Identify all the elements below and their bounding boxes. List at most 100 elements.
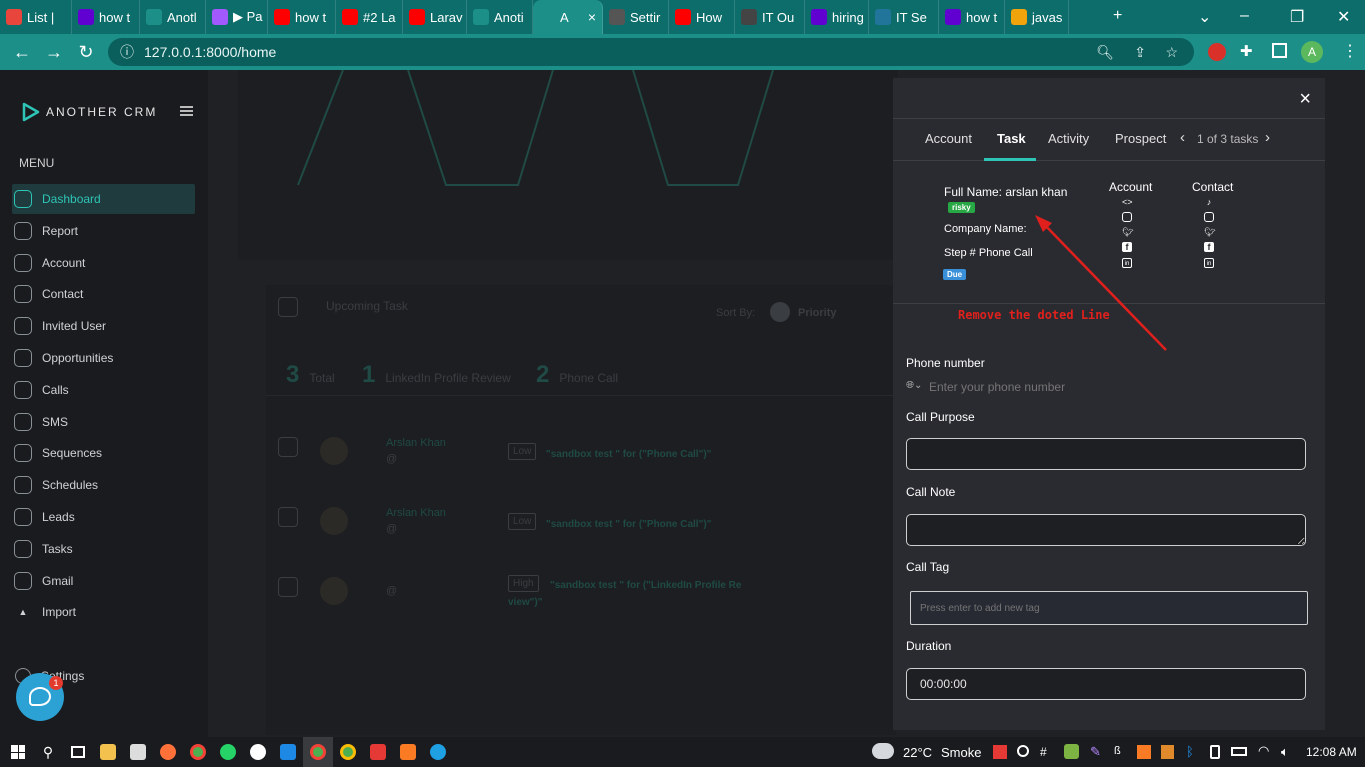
profile-avatar[interactable]: A bbox=[1301, 41, 1323, 63]
battery-icon[interactable] bbox=[1231, 747, 1247, 756]
tab-search-icon[interactable]: ⌄ bbox=[1198, 7, 1211, 27]
sidebar-item-leads[interactable]: Leads bbox=[12, 502, 195, 532]
weather-text[interactable]: Smoke bbox=[941, 745, 981, 760]
weather-icon[interactable] bbox=[872, 743, 894, 759]
restore-icon[interactable]: ❐ bbox=[1290, 7, 1304, 27]
whatsapp-icon[interactable] bbox=[213, 737, 243, 767]
sidebar-item-gmail[interactable]: Gmail bbox=[12, 566, 195, 596]
tray-notebook-icon[interactable] bbox=[1161, 745, 1174, 759]
sidebar-item-schedules[interactable]: Schedules bbox=[12, 470, 195, 500]
browser-tab[interactable]: List | bbox=[0, 0, 72, 34]
browser-tab[interactable]: how t bbox=[939, 0, 1005, 34]
browser-tab[interactable]: IT Ou bbox=[735, 0, 805, 34]
browser-tab[interactable]: How bbox=[669, 0, 735, 34]
slack-icon[interactable] bbox=[243, 737, 273, 767]
browser-tab[interactable]: #2 La bbox=[336, 0, 403, 34]
sidebar-item-tasks[interactable]: Tasks bbox=[12, 534, 195, 564]
browser-tab[interactable]: how t bbox=[268, 0, 336, 34]
share-icon[interactable]: ⇪ bbox=[1134, 44, 1146, 61]
bookmark-star-icon[interactable]: ☆ bbox=[1165, 44, 1178, 61]
sidebar-item-dashboard[interactable]: Dashboard bbox=[12, 184, 195, 214]
tray-shield-icon[interactable] bbox=[1064, 744, 1079, 759]
row-checkbox[interactable] bbox=[278, 437, 298, 457]
sidebar-item-contact[interactable]: Contact bbox=[12, 279, 195, 309]
extensions-puzzle-icon[interactable]: ✚ bbox=[1240, 42, 1253, 60]
extension-red-icon[interactable] bbox=[1208, 43, 1226, 61]
sidebar-item-import[interactable]: ▲ Import bbox=[12, 597, 195, 627]
search-icon[interactable]: ⚲ bbox=[33, 737, 63, 767]
volume-icon[interactable]: 🔈︎ bbox=[1281, 744, 1289, 760]
tray-ring-icon[interactable] bbox=[1017, 745, 1029, 757]
address-bar[interactable]: ⓘ 127.0.0.1:8000/home 🔍︎ ⇪ ☆ bbox=[108, 38, 1194, 66]
priority-toggle[interactable] bbox=[770, 302, 790, 322]
browser-tab[interactable]: A × bbox=[533, 0, 603, 34]
row-checkbox[interactable] bbox=[278, 577, 298, 597]
browser-tab[interactable]: javas bbox=[1005, 0, 1069, 34]
task-row[interactable]: @ High "sandbox test " for ("LinkedIn Prof… bbox=[266, 575, 896, 625]
tab-close-icon[interactable]: × bbox=[588, 9, 596, 25]
chat-widget-button[interactable]: 1 bbox=[16, 673, 64, 721]
bluetooth-icon[interactable]: ᛒ bbox=[1186, 744, 1194, 759]
window-close-icon[interactable]: ✕ bbox=[1337, 7, 1350, 27]
side-panel-icon[interactable] bbox=[1272, 43, 1287, 58]
tab-favicon-icon bbox=[675, 9, 691, 25]
browser-menu-icon[interactable]: ⋮ bbox=[1342, 41, 1358, 61]
wifi-icon[interactable]: ◠ bbox=[1258, 743, 1269, 759]
sidebar-item-sms[interactable]: SMS bbox=[12, 407, 195, 437]
zoom-icon[interactable]: 🔍︎ bbox=[1096, 44, 1114, 61]
vscode-icon[interactable] bbox=[273, 737, 303, 767]
site-info-icon[interactable]: ⓘ bbox=[120, 42, 134, 62]
call-note-textarea[interactable] bbox=[906, 514, 1306, 546]
xampp-icon[interactable] bbox=[393, 737, 423, 767]
browser-tab[interactable]: how t bbox=[72, 0, 140, 34]
temperature[interactable]: 22°C bbox=[903, 745, 932, 760]
task-row[interactable]: Arslan Khan @ Low "sandbox test " for ("Pho… bbox=[266, 435, 896, 485]
browser-tab[interactable]: hiring bbox=[805, 0, 869, 34]
phone-country-selector[interactable]: 🌐︎⌄ bbox=[906, 380, 922, 391]
minimize-icon[interactable]: – bbox=[1240, 7, 1249, 25]
browser-tab[interactable]: IT Se bbox=[869, 0, 939, 34]
tray-feather-icon[interactable]: ✎ bbox=[1090, 744, 1101, 760]
tray-anydesk-icon[interactable] bbox=[993, 745, 1007, 759]
back-icon[interactable]: ← bbox=[6, 36, 38, 68]
sidebar-item-calls[interactable]: Calls bbox=[12, 375, 195, 405]
select-all-checkbox[interactable] bbox=[278, 297, 298, 317]
tray-xampp-icon[interactable] bbox=[1137, 745, 1151, 759]
sidebar-item-report[interactable]: Report bbox=[12, 216, 195, 246]
tray-grid-icon[interactable]: # bbox=[1040, 745, 1047, 759]
windows-start-icon[interactable] bbox=[3, 737, 33, 767]
edge-icon[interactable] bbox=[423, 737, 453, 767]
tray-ime-icon[interactable]: ß bbox=[1114, 745, 1121, 757]
call-purpose-input[interactable] bbox=[906, 438, 1306, 470]
firefox-icon[interactable] bbox=[153, 737, 183, 767]
clock[interactable]: 12:08 AM bbox=[1306, 745, 1357, 759]
forward-icon[interactable]: → bbox=[38, 36, 70, 68]
reload-icon[interactable]: ↻ bbox=[70, 36, 102, 68]
call-tag-input[interactable] bbox=[910, 591, 1308, 625]
task-view-icon[interactable] bbox=[63, 737, 93, 767]
phone-number-input[interactable] bbox=[929, 378, 1179, 396]
tray-phone-icon[interactable] bbox=[1210, 745, 1220, 759]
sidebar-item-sequences[interactable]: Sequences bbox=[12, 438, 195, 468]
store-icon[interactable] bbox=[123, 737, 153, 767]
browser-tab[interactable]: Settir bbox=[603, 0, 669, 34]
sidebar-item-invited-user[interactable]: Invited User bbox=[12, 311, 195, 341]
sidebar-item-account[interactable]: Account bbox=[12, 248, 195, 278]
new-tab-icon[interactable]: + bbox=[1113, 7, 1122, 25]
browser-tab[interactable]: Anotl bbox=[140, 0, 206, 34]
brand-logo[interactable]: ANOTHER CRM bbox=[22, 102, 157, 122]
browser-tab[interactable]: ▶ Pa bbox=[206, 0, 268, 34]
hamburger-menu-icon[interactable] bbox=[180, 106, 193, 116]
browser-tab[interactable]: Larav bbox=[403, 0, 467, 34]
browser-tab[interactable]: Anoti bbox=[467, 0, 533, 34]
sidebar-item-opportunities[interactable]: Opportunities bbox=[12, 343, 195, 373]
duration-input[interactable]: 00:00:00 bbox=[906, 668, 1306, 700]
row-checkbox[interactable] bbox=[278, 507, 298, 527]
chrome-icon[interactable] bbox=[183, 737, 213, 767]
task-row[interactable]: Arslan Khan @ Low "sandbox test " for ("Pho… bbox=[266, 505, 896, 555]
tab-favicon-icon bbox=[274, 9, 290, 25]
chrome-profile-icon[interactable] bbox=[333, 737, 363, 767]
anydesk-icon[interactable] bbox=[363, 737, 393, 767]
chrome-active-icon[interactable] bbox=[303, 737, 333, 767]
file-explorer-icon[interactable] bbox=[93, 737, 123, 767]
